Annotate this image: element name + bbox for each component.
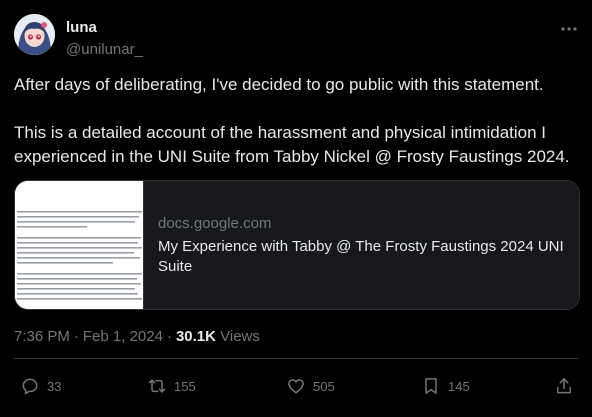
user-handle[interactable]: @unilunar_ xyxy=(66,40,143,59)
views-label: Views xyxy=(220,328,260,345)
tweet: luna @unilunar_ After days of deliberati… xyxy=(0,0,592,417)
document-preview-image xyxy=(15,181,143,309)
reply-count: 33 xyxy=(47,378,62,394)
action-bar: 33 155 505 145 xyxy=(0,372,592,400)
bookmark-button[interactable]: 145 xyxy=(421,372,470,400)
avatar[interactable] xyxy=(14,14,55,55)
like-count: 505 xyxy=(313,378,335,394)
meta-separator: · xyxy=(166,328,172,345)
tweet-time[interactable]: 7:36 PM xyxy=(14,328,70,345)
tweet-date[interactable]: Feb 1, 2024 xyxy=(83,328,163,345)
tweet-meta: 7:36 PM · Feb 1, 2024 · 30.1K Views xyxy=(14,327,260,347)
tweet-paragraph: This is a detailed account of the harass… xyxy=(14,123,570,166)
card-domain: docs.google.com xyxy=(158,214,272,232)
repost-count: 155 xyxy=(174,378,196,394)
reply-button[interactable]: 33 xyxy=(20,372,61,400)
share-icon xyxy=(557,378,571,394)
card-thumbnail xyxy=(15,181,144,309)
bookmark-icon xyxy=(425,378,437,394)
views-count: 30.1K xyxy=(175,328,216,345)
tweet-text: After days of deliberating, I've decided… xyxy=(14,73,584,169)
card-title: My Experience with Tabby @ The Frosty Fa… xyxy=(158,237,564,275)
heart-icon xyxy=(288,379,304,394)
like-button[interactable]: 505 xyxy=(286,372,335,400)
avatar-image xyxy=(14,14,55,55)
share-button[interactable] xyxy=(554,372,574,400)
display-name[interactable]: luna xyxy=(66,18,143,37)
repost-button[interactable]: 155 xyxy=(147,372,196,400)
bookmark-count: 145 xyxy=(448,378,470,394)
card-body: docs.google.com My Experience with Tabby… xyxy=(144,181,579,309)
more-options-button[interactable] xyxy=(558,18,580,40)
divider xyxy=(14,358,578,359)
reply-icon xyxy=(22,378,38,395)
link-card[interactable]: docs.google.com My Experience with Tabby… xyxy=(14,180,580,310)
more-dots-icon xyxy=(561,27,577,31)
tweet-paragraph: After days of deliberating, I've decided… xyxy=(14,75,544,94)
author-block: luna @unilunar_ xyxy=(66,18,143,59)
meta-separator: · xyxy=(73,328,79,345)
repost-icon xyxy=(148,379,166,393)
